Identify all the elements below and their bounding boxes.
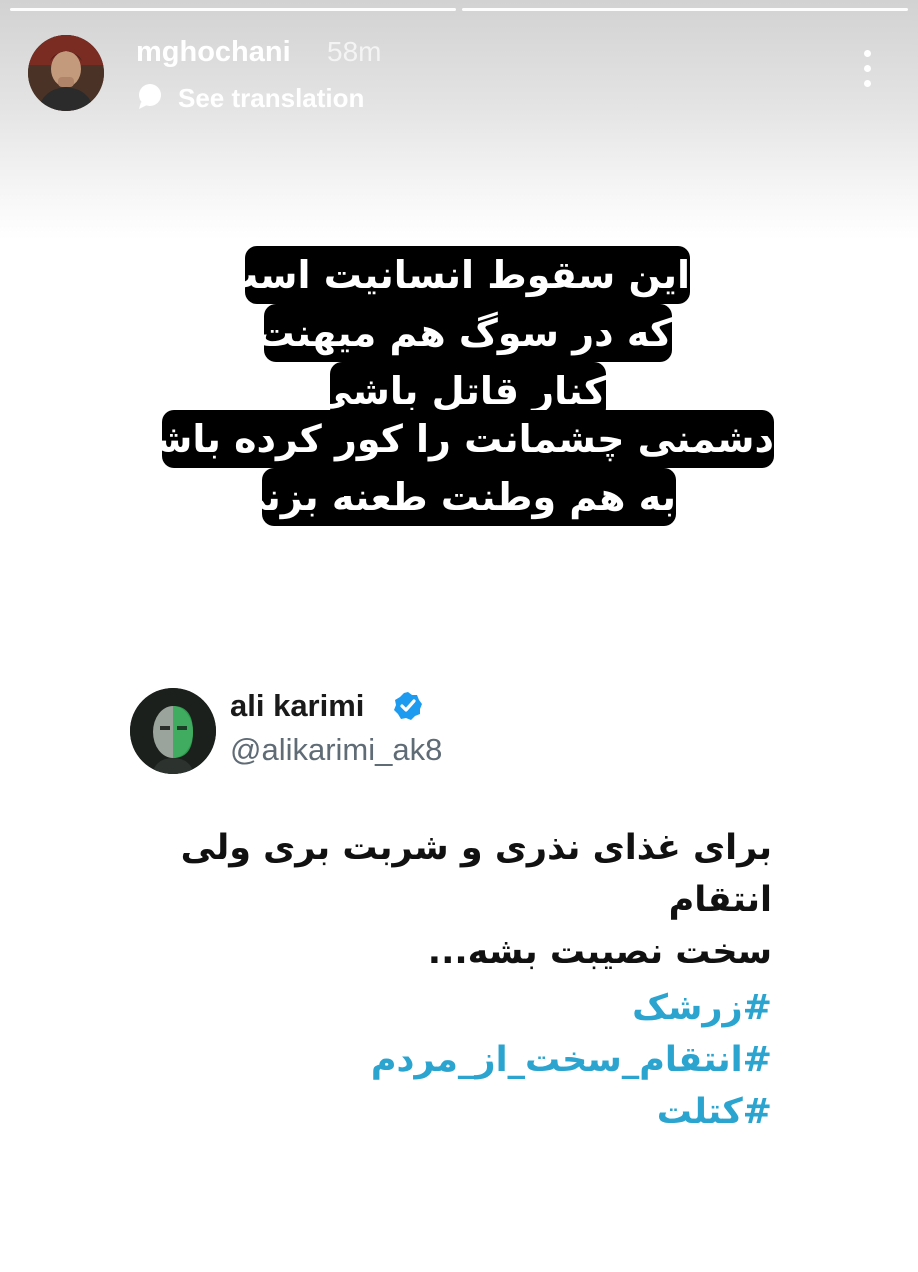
avatar[interactable] xyxy=(28,35,104,111)
avatar-image xyxy=(28,35,104,111)
tweet-author-name[interactable]: ali karimi xyxy=(230,688,364,724)
story-progress-bar xyxy=(10,8,908,13)
story-timestamp: 58m xyxy=(327,36,382,67)
progress-segment xyxy=(462,8,908,11)
more-vertical-icon[interactable] xyxy=(852,50,882,94)
hashtag-link[interactable]: #کتلت xyxy=(112,1086,772,1138)
see-translation-button[interactable]: See translation xyxy=(136,82,364,114)
caption-line: دشمنی چشمانت را کور کرده باشد xyxy=(133,410,774,468)
verified-badge-icon xyxy=(392,690,424,722)
tweet-text: برای غذای نذری و شربت بری ولی انتقام سخت… xyxy=(112,822,772,978)
see-translation-label: See translation xyxy=(178,82,365,113)
tweet-text-line: برای غذای نذری و شربت بری ولی انتقام xyxy=(180,828,772,920)
speech-bubble-icon xyxy=(136,82,164,114)
tweet-text-line: سخت نصیبت بشه... xyxy=(427,932,772,972)
story-username[interactable]: mghochani xyxy=(136,36,291,69)
tweet-avatar-image xyxy=(130,688,216,774)
hashtag-link[interactable]: #انتقام_سخت_از_مردم xyxy=(112,1034,772,1086)
tweet-hashtags: #زرشک #انتقام_سخت_از_مردم #کتلت xyxy=(112,982,772,1138)
hashtag-link[interactable]: #زرشک xyxy=(112,982,772,1034)
caption-line: که در سوگ هم میهنت xyxy=(256,304,672,362)
tweet-avatar[interactable] xyxy=(130,688,216,774)
progress-segment xyxy=(10,8,456,11)
tweet-card[interactable]: ali karimi @alikarimi_ak8 برای غذای نذری… xyxy=(100,670,800,1150)
caption-line: به هم وطنت طعنه بزنی xyxy=(228,468,676,526)
tweet-author-handle[interactable]: @alikarimi_ak8 xyxy=(230,732,442,768)
caption-line: این سقوط انسانیت است xyxy=(220,246,690,304)
